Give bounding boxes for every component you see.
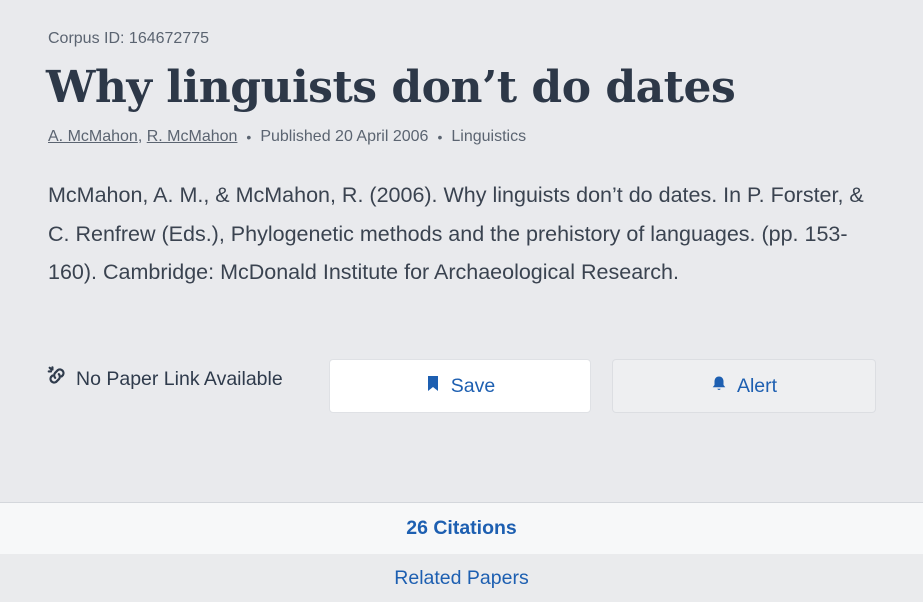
broken-link-icon — [46, 365, 68, 393]
bullet-separator: • — [437, 129, 443, 145]
paper-title: Why linguists don’t do dates — [46, 62, 736, 113]
no-paper-link-indicator: No Paper Link Available — [46, 365, 283, 393]
author-link-a-mcmahon[interactable]: A. McMahon — [48, 128, 138, 146]
save-button[interactable]: Save — [329, 359, 591, 413]
publication-date: Published 20 April 2006 — [260, 128, 429, 145]
fields-of-study: Linguistics — [451, 128, 527, 145]
alert-button-label: Alert — [736, 374, 778, 397]
alert-button[interactable]: Alert — [612, 359, 876, 413]
tab-citations[interactable]: 26 Citations — [0, 503, 923, 554]
author-separator: , — [137, 128, 143, 145]
paper-meta: A. McMahon, R. McMahon • Published 20 Ap… — [48, 128, 526, 146]
bookmark-icon — [425, 375, 441, 398]
paper-header: Corpus ID: 164672775 Why linguists don’t… — [0, 0, 923, 502]
paper-abstract: McMahon, A. M., & McMahon, R. (2006). Wh… — [48, 183, 864, 284]
corpus-id: Corpus ID: 164672775 — [48, 30, 209, 47]
no-paper-link-label: No Paper Link Available — [76, 367, 283, 390]
save-button-label: Save — [450, 374, 496, 397]
bullet-separator: • — [246, 129, 252, 145]
paper-tabs: 26 Citations Related Papers — [0, 502, 923, 602]
tab-related-papers[interactable]: Related Papers — [0, 554, 923, 602]
bell-icon — [711, 375, 727, 398]
author-link-r-mcmahon[interactable]: R. McMahon — [147, 128, 238, 146]
